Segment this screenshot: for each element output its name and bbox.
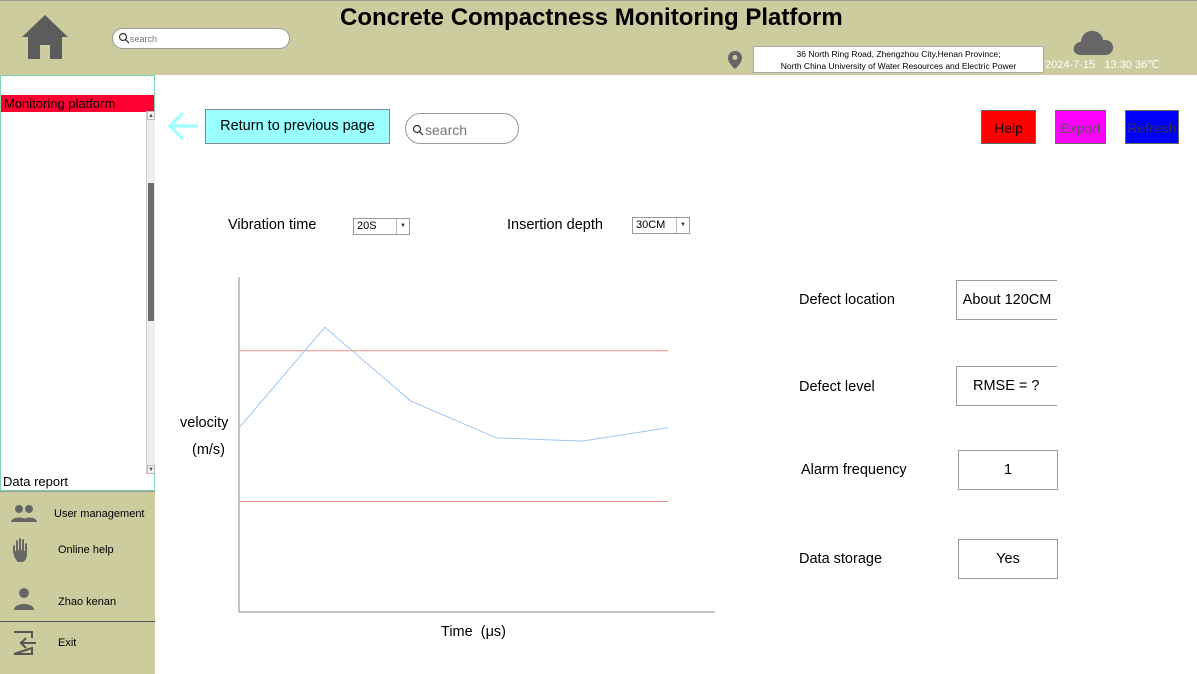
location-pin-icon [728, 51, 742, 69]
vibration-time-value: 20S [357, 220, 377, 232]
exit-icon [13, 631, 36, 655]
time-temp-text: 13:30 36℃ [1104, 59, 1160, 71]
users-icon [11, 505, 37, 522]
help-button[interactable]: Help [981, 110, 1036, 144]
chevron-down-icon[interactable]: ▼ [676, 218, 689, 233]
alarm-frequency-label: Alarm frequency [801, 462, 907, 478]
defect-location-value: About 120CM [956, 280, 1057, 320]
search-icon [118, 32, 130, 44]
menu-item-user-profile[interactable]: Zhao kenan [0, 582, 155, 622]
series-line-1 [238, 326, 669, 442]
address-box: 36 North Ring Road, Zhengzhou City,Henan… [753, 46, 1044, 73]
menu-divider [0, 621, 155, 622]
back-arrow-icon[interactable] [167, 111, 199, 141]
sidebar-panel: Monitoring platform ▲ ▼ [0, 75, 155, 491]
header-search-input[interactable] [130, 32, 280, 46]
sidebar-menu: User management Online help Zhao kenan E… [0, 491, 155, 674]
sidebar-item-monitoring-platform[interactable]: Monitoring platform [1, 95, 154, 112]
scroll-thumb[interactable] [148, 183, 154, 321]
sidebar-scrollbar[interactable]: ▲ ▼ [146, 111, 155, 474]
address-line-2: North China University of Water Resource… [780, 61, 1017, 71]
insertion-depth-value: 30CM [636, 219, 666, 231]
address-line-1: 36 North Ring Road, Zhengzhou City,Henan… [796, 49, 1001, 59]
data-storage-label: Data storage [799, 551, 883, 567]
header-bar: Concrete Compactness Monitoring Platform… [0, 0, 1197, 75]
menu-item-online-help[interactable]: Online help [0, 534, 155, 574]
alarm-frequency-value: 1 [958, 450, 1058, 490]
app-window: Concrete Compactness Monitoring Platform… [0, 0, 1197, 674]
defect-level-value: RMSE = ? [956, 366, 1057, 406]
x-axis-label: Time (μs) [441, 624, 506, 640]
scroll-down-arrow-icon[interactable]: ▼ [147, 465, 155, 474]
vibration-time-select[interactable]: 20S ▼ [353, 218, 410, 235]
insertion-depth-label: Insertion depth [507, 217, 603, 233]
sidebar-item-data-report[interactable]: Data report [3, 474, 68, 489]
date-weather: 2024-7-15 13:30 36℃ [1045, 58, 1160, 71]
home-icon[interactable] [20, 13, 70, 61]
main-search-input[interactable] [425, 121, 513, 139]
menu-label-user-management: User management [54, 508, 145, 520]
scroll-up-arrow-icon[interactable]: ▲ [147, 111, 155, 120]
chevron-down-icon[interactable]: ▼ [396, 219, 409, 234]
threshold-lines [239, 350, 668, 502]
insertion-depth-select[interactable]: 30CM ▼ [632, 217, 690, 234]
hand-icon [13, 538, 27, 562]
cloud-icon [1073, 30, 1114, 55]
defect-level-label: Defect level [799, 379, 875, 395]
menu-item-user-management[interactable]: User management [0, 496, 155, 536]
export-button[interactable]: Export [1055, 110, 1106, 144]
series-group [238, 326, 669, 442]
defect-location-label: Defect location [799, 292, 895, 308]
main-search[interactable] [405, 113, 519, 144]
menu-label-user-profile: Zhao kenan [58, 596, 117, 608]
app-title: Concrete Compactness Monitoring Platform [340, 4, 843, 31]
search-icon [412, 124, 424, 136]
header-search[interactable] [112, 28, 290, 49]
menu-item-exit[interactable]: Exit [0, 624, 155, 664]
return-previous-page-button[interactable]: Return to previous page [205, 109, 390, 144]
user-icon [14, 588, 34, 610]
vibration-time-label: Vibration time [228, 217, 317, 233]
menu-label-online-help: Online help [58, 544, 114, 556]
date-text: 2024-7-15 [1045, 59, 1096, 71]
data-storage-value: Yes [958, 539, 1058, 579]
refresh-button[interactable]: Refresh [1125, 110, 1179, 144]
y-axis-label-line2: (m/s) [192, 442, 225, 458]
menu-label-exit: Exit [58, 637, 77, 649]
y-axis-label-line1: velocity [180, 415, 229, 431]
